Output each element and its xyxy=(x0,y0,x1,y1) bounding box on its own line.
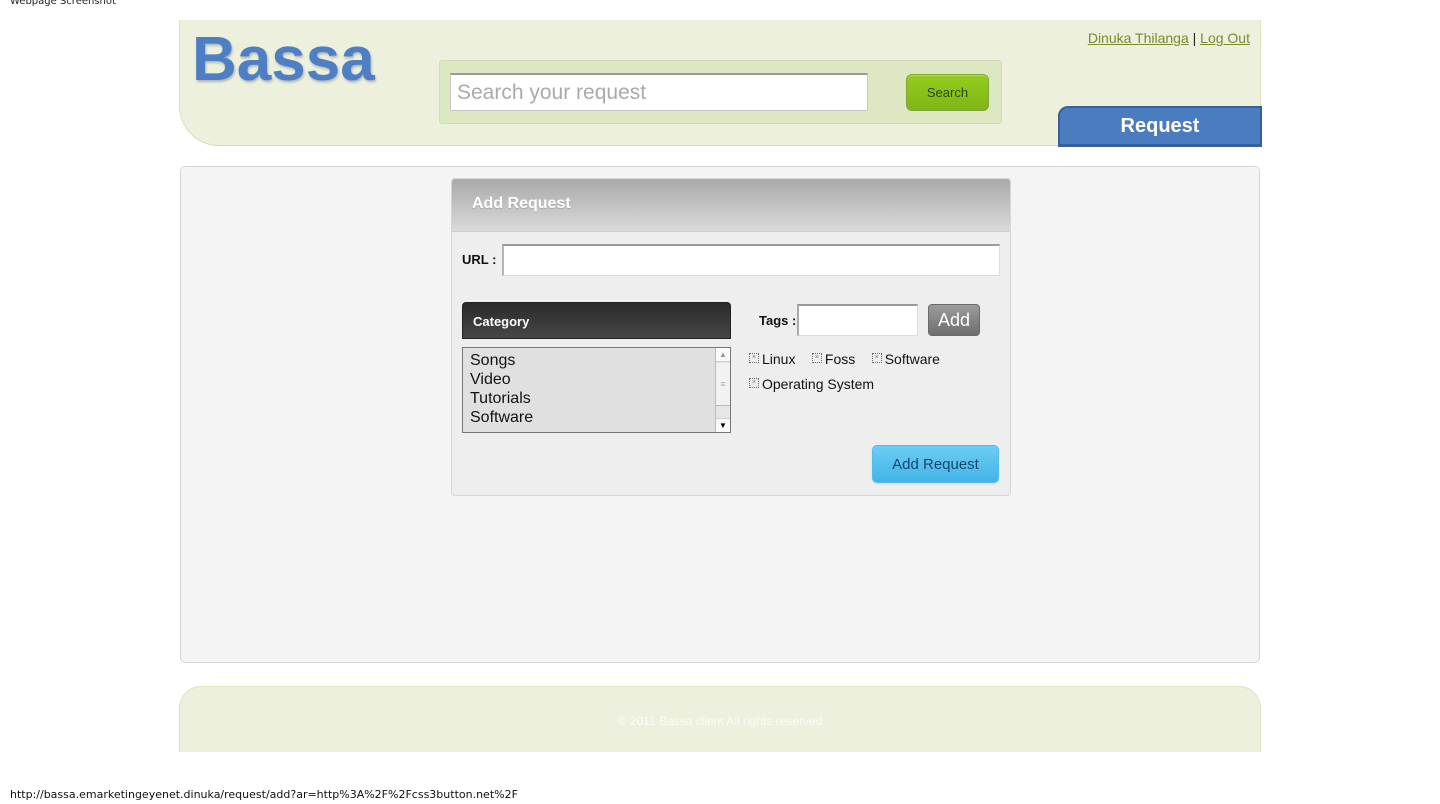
site-logo[interactable]: Bassa xyxy=(192,24,375,95)
url-label: URL : xyxy=(462,252,497,267)
logout-link[interactable]: Log Out xyxy=(1200,30,1250,46)
site-header: Bassa Search Dinuka Thilanga | Log Out R… xyxy=(179,20,1262,147)
site-footer: © 2011 Bassa client All rights reserved xyxy=(179,686,1261,752)
screenshot-label: Webpage Screenshot xyxy=(10,0,116,7)
tag-list: × Linux × Foss × Software × Operating System xyxy=(749,351,999,401)
panel-title: Add Request xyxy=(472,195,571,212)
category-scrollbar[interactable]: ▲ ≡ ▼ xyxy=(715,348,730,432)
category-heading: Category xyxy=(462,302,731,339)
search-box: Search xyxy=(439,60,1002,124)
scroll-down-arrow-icon[interactable]: ▼ xyxy=(716,418,730,432)
search-input[interactable] xyxy=(450,73,868,111)
search-button[interactable]: Search xyxy=(906,74,989,111)
tab-request[interactable]: Request xyxy=(1058,106,1262,147)
user-links-separator: | xyxy=(1192,30,1197,46)
remove-tag-icon[interactable]: × xyxy=(871,353,882,364)
remove-tag-icon[interactable]: × xyxy=(749,353,759,364)
tag-item: × Linux xyxy=(749,351,795,367)
category-option[interactable]: Songs xyxy=(463,351,730,370)
add-request-panel: Add Request URL : Category Songs Video T… xyxy=(451,178,1011,496)
category-option[interactable]: Tutorials xyxy=(463,389,730,408)
status-bar-url: http://bassa.emarketingeyenet.dinuka/req… xyxy=(10,788,518,801)
category-option[interactable]: Video xyxy=(463,370,730,389)
tags-label: Tags : xyxy=(759,313,797,328)
remove-tag-icon[interactable]: × xyxy=(811,353,822,364)
tag-label: Software xyxy=(884,351,940,367)
user-name-link[interactable]: Dinuka Thilanga xyxy=(1088,30,1189,46)
tag-item: × Operating System xyxy=(749,376,874,392)
category-option[interactable]: Software xyxy=(463,408,730,427)
add-tag-button[interactable]: Add xyxy=(928,304,980,336)
tag-item: × Software xyxy=(871,351,940,367)
add-request-button[interactable]: Add Request xyxy=(872,445,999,483)
main-content: Add Request URL : Category Songs Video T… xyxy=(180,166,1260,663)
scroll-up-arrow-icon[interactable]: ▲ xyxy=(716,348,730,362)
footer-copyright: © 2011 Bassa client All rights reserved xyxy=(617,714,823,728)
tag-label: Foss xyxy=(824,351,856,367)
category-listbox[interactable]: Songs Video Tutorials Software ▲ ≡ ▼ xyxy=(462,347,731,433)
user-links: Dinuka Thilanga | Log Out xyxy=(1088,30,1250,46)
panel-header: Add Request xyxy=(452,179,1010,232)
tags-input[interactable] xyxy=(797,304,918,336)
tag-label: Operating System xyxy=(762,376,875,392)
scrollbar-thumb[interactable]: ≡ xyxy=(716,363,730,406)
tag-label: Linux xyxy=(762,351,796,367)
remove-tag-icon[interactable]: × xyxy=(749,378,759,389)
url-input[interactable] xyxy=(502,244,1000,276)
tag-item: × Foss xyxy=(811,351,856,367)
